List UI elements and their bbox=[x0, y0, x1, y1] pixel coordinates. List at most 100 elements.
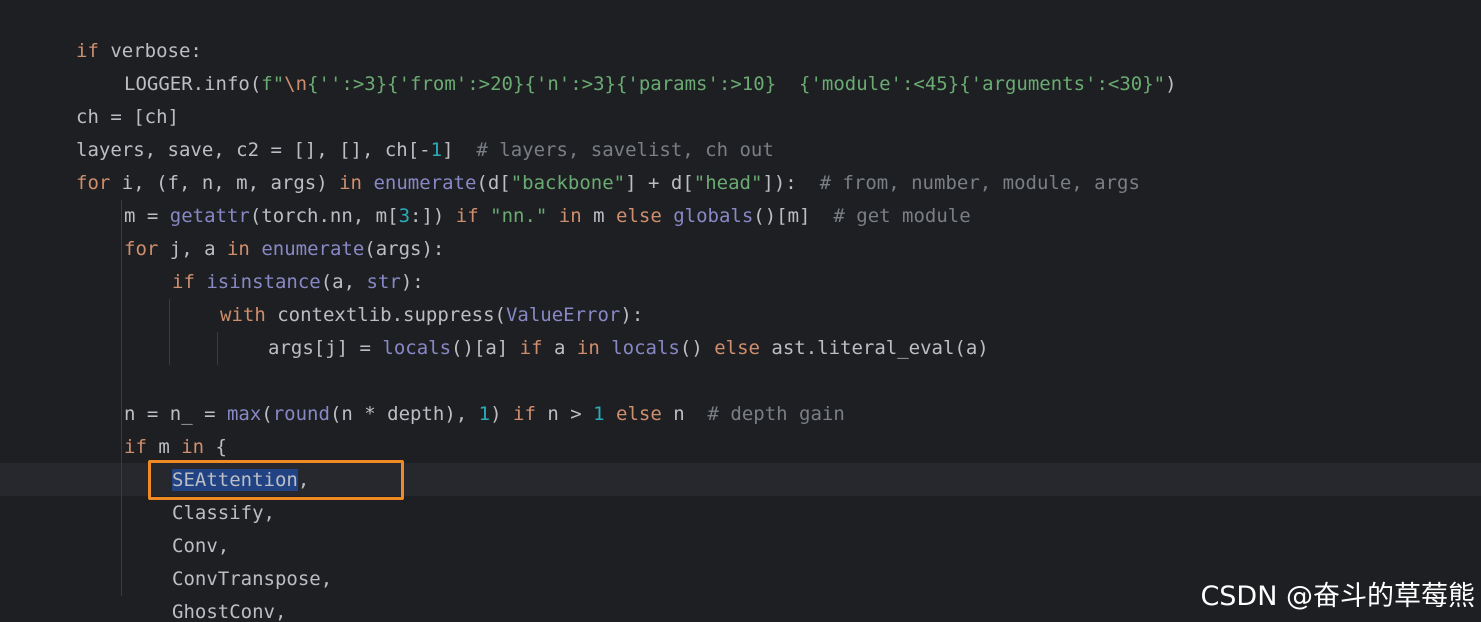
code-token: (n * depth), bbox=[329, 403, 479, 425]
code-token: # layers, savelist, ch out bbox=[476, 139, 774, 161]
code-token: (d[ bbox=[476, 172, 511, 194]
code-token: } { bbox=[764, 73, 811, 95]
code-editor[interactable]: if verbose: LOGGER.info(f"\n{'':>3}{'from… bbox=[0, 0, 1481, 622]
code-token: "head" bbox=[693, 172, 763, 194]
code-token: ast.literal_eval(a) bbox=[759, 337, 989, 359]
code-token: (args): bbox=[364, 238, 445, 260]
code-text: ch = [ch] bbox=[76, 101, 179, 134]
code-line[interactable] bbox=[0, 365, 1481, 398]
code-token: locals bbox=[611, 337, 680, 359]
code-token: if bbox=[519, 337, 543, 359]
code-token: { bbox=[204, 436, 227, 458]
code-token: ()[a] bbox=[451, 337, 520, 359]
code-token: }" bbox=[1142, 73, 1166, 95]
code-line[interactable]: m = getattr(torch.nn, m[3:]) if "nn." in… bbox=[0, 200, 1481, 233]
code-token: in bbox=[226, 238, 250, 260]
code-token: \n bbox=[284, 73, 308, 95]
annotation-highlight-box bbox=[148, 460, 404, 500]
code-token: verbose: bbox=[98, 40, 202, 62]
code-line[interactable]: Classify, bbox=[0, 497, 1481, 530]
code-token: ] bbox=[442, 139, 477, 161]
code-token: 'n':>3 bbox=[535, 73, 605, 95]
code-token: with bbox=[220, 304, 266, 326]
code-token: layers, save, c2 = [], [], ch[- bbox=[76, 139, 431, 161]
code-token: }{ bbox=[375, 73, 399, 95]
code-line[interactable]: n = n_ = max(round(n * depth), 1) if n >… bbox=[0, 398, 1481, 431]
code-token: i, (f, n, m, args) bbox=[110, 172, 340, 194]
code-token: f" bbox=[261, 73, 285, 95]
code-token: m bbox=[146, 436, 182, 458]
code-token: if bbox=[455, 205, 479, 227]
code-line[interactable]: for j, a in enumerate(args): bbox=[0, 233, 1481, 266]
code-token: j, a bbox=[158, 238, 227, 260]
code-text: Conv, bbox=[172, 530, 229, 563]
code-token: m bbox=[581, 205, 616, 227]
code-token: else bbox=[714, 337, 760, 359]
code-token: else bbox=[616, 403, 662, 425]
code-token: ]): bbox=[762, 172, 820, 194]
code-token: contextlib.suppress( bbox=[265, 304, 506, 326]
code-token: (torch.nn, m[ bbox=[249, 205, 399, 227]
code-text: n = n_ = max(round(n * depth), 1) if n >… bbox=[124, 398, 845, 431]
code-token: LOGGER.info( bbox=[124, 73, 262, 95]
code-token: (a, bbox=[320, 271, 367, 293]
code-line[interactable]: Conv, bbox=[0, 530, 1481, 563]
code-text: args[j] = locals()[a] if a in locals() e… bbox=[268, 332, 989, 365]
code-text: ConvTranspose, bbox=[172, 563, 332, 596]
code-token: ValueError bbox=[505, 304, 621, 326]
code-token: getattr bbox=[169, 205, 250, 227]
code-line[interactable]: if isinstance(a, str): bbox=[0, 266, 1481, 299]
code-token: }{ bbox=[513, 73, 536, 95]
code-token: 1 bbox=[430, 139, 443, 161]
code-text: for j, a in enumerate(args): bbox=[124, 233, 444, 266]
code-token: GhostConv, bbox=[172, 601, 287, 622]
code-token: Classify, bbox=[172, 502, 275, 524]
code-text: layers, save, c2 = [], [], ch[-1] # laye… bbox=[76, 134, 774, 167]
code-token: ] + d[ bbox=[625, 172, 694, 194]
code-line[interactable]: ch = [ch] bbox=[0, 101, 1481, 134]
code-token: 3 bbox=[398, 205, 411, 227]
code-line[interactable]: with contextlib.suppress(ValueError): bbox=[0, 299, 1481, 332]
code-line[interactable]: layers, save, c2 = [], [], ch[-1] # laye… bbox=[0, 134, 1481, 167]
code-token: ): bbox=[400, 271, 424, 293]
code-token: globals bbox=[673, 205, 754, 227]
code-line[interactable]: args[j] = locals()[a] if a in locals() e… bbox=[0, 332, 1481, 365]
code-text: Classify, bbox=[172, 497, 275, 530]
code-token: round bbox=[272, 403, 330, 425]
code-line[interactable]: if verbose: bbox=[0, 35, 1481, 68]
code-token: ) bbox=[490, 403, 513, 425]
code-text: with contextlib.suppress(ValueError): bbox=[220, 299, 643, 332]
code-token: in bbox=[181, 436, 205, 458]
code-token: enumerate bbox=[261, 238, 365, 260]
code-token: if bbox=[172, 271, 195, 293]
code-token: 'module':<45 bbox=[810, 73, 948, 95]
code-token: n = n_ = bbox=[124, 403, 227, 425]
code-token: isinstance bbox=[206, 271, 321, 293]
code-token: ): bbox=[620, 304, 644, 326]
code-token: }{ bbox=[604, 73, 628, 95]
code-token: # depth gain bbox=[707, 403, 845, 425]
code-token: { bbox=[307, 73, 319, 95]
code-token: 1 bbox=[478, 403, 491, 425]
code-token: n bbox=[661, 403, 708, 425]
code-token: else bbox=[616, 205, 662, 227]
code-token: m = bbox=[124, 205, 170, 227]
code-line[interactable]: LOGGER.info(f"\n{'':>3}{'from':>20}{'n':… bbox=[0, 68, 1481, 101]
code-text: m = getattr(torch.nn, m[3:]) if "nn." in… bbox=[124, 200, 971, 233]
code-token: max bbox=[226, 403, 262, 425]
code-line[interactable]: for i, (f, n, m, args) in enumerate(d["b… bbox=[0, 167, 1481, 200]
code-token: "nn." bbox=[490, 205, 548, 227]
code-token: ch = [ch] bbox=[76, 106, 179, 128]
code-token: args[j] = bbox=[268, 337, 383, 359]
code-text: for i, (f, n, m, args) in enumerate(d["b… bbox=[76, 167, 1140, 200]
code-token: in bbox=[576, 337, 600, 359]
code-token: n > bbox=[535, 403, 594, 425]
code-token: Conv, bbox=[172, 535, 230, 557]
code-token: # from, number, module, args bbox=[819, 172, 1140, 194]
code-token: '':>3 bbox=[318, 73, 376, 95]
code-token: 1 bbox=[593, 403, 605, 425]
code-token: if bbox=[76, 40, 99, 62]
